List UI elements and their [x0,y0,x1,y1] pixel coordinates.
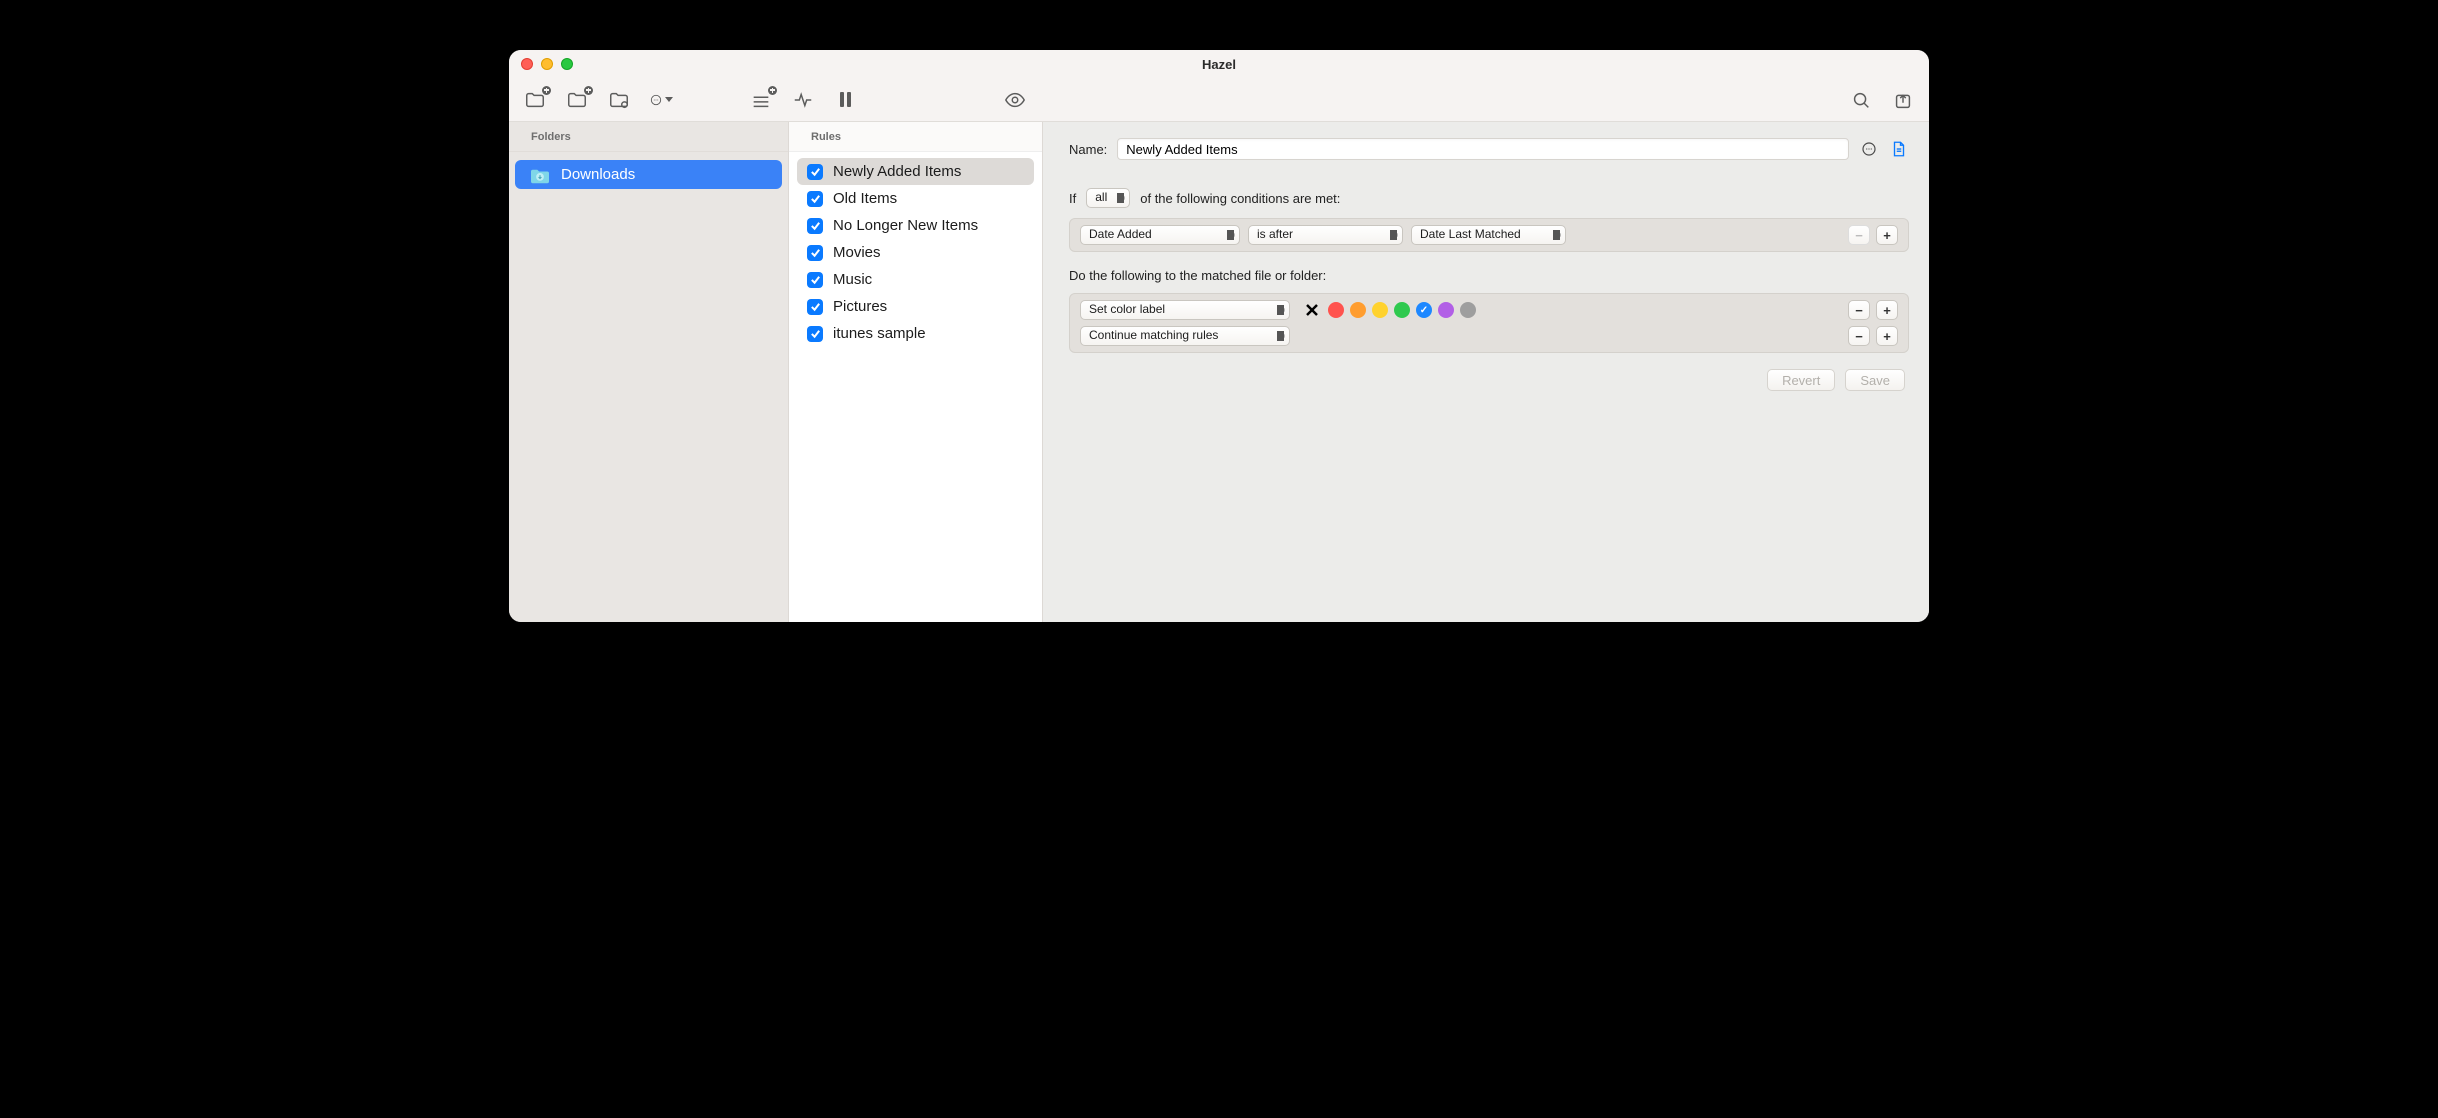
actions-header-label: Do the following to the matched file or … [1069,268,1909,283]
folder-label: Downloads [561,166,635,183]
condition-scope-select[interactable]: all [1086,188,1130,208]
action-row-continue: Continue matching rules − + [1080,326,1898,346]
rules-header: Rules [789,122,1042,152]
rule-item[interactable]: Movies [797,239,1034,266]
clear-label-button[interactable] [1304,302,1320,318]
add-rule-button[interactable] [565,88,589,112]
add-folder-button[interactable] [523,88,547,112]
revert-button[interactable]: Revert [1767,369,1835,391]
color-swatch-yellow[interactable] [1372,302,1388,318]
rule-label: No Longer New Items [833,217,978,234]
add-condition-button[interactable]: + [1876,225,1898,245]
name-row: Name: [1069,138,1909,160]
folder-settings-button[interactable] [607,88,631,112]
plus-badge-icon [542,86,551,95]
app-window: Hazel [509,50,1929,622]
rule-item[interactable]: Music [797,266,1034,293]
rule-checkbox[interactable] [807,272,823,288]
preview-button[interactable] [1003,88,1027,112]
toolbar [509,78,1929,122]
rule-item[interactable]: itunes sample [797,320,1034,347]
rule-checkbox[interactable] [807,326,823,342]
rule-options-button[interactable] [749,88,773,112]
add-action-button[interactable]: + [1876,300,1898,320]
rule-item[interactable]: Old Items [797,185,1034,212]
add-action-button[interactable]: + [1876,326,1898,346]
rule-item[interactable]: No Longer New Items [797,212,1034,239]
search-button[interactable] [1849,88,1873,112]
actions-box: Set color label − + [1069,293,1909,353]
rule-list: Newly Added Items Old Items No Longer New … [789,152,1042,353]
notes-button[interactable] [1889,139,1909,159]
rules-panel: Rules Newly Added Items Old Items No Longe… [789,122,1043,622]
color-swatch-purple[interactable] [1438,302,1454,318]
activity-button[interactable] [791,88,815,112]
rule-menu-button[interactable] [1859,139,1879,159]
editor-footer: Revert Save [1069,363,1909,391]
rule-label: Newly Added Items [833,163,961,180]
content-area: Folders Downloads Rules Newly Added Item… [509,122,1929,622]
rule-editor-panel: Name: If all of the fol [1043,122,1929,622]
rule-checkbox[interactable] [807,245,823,261]
condition-value-select[interactable]: Date Last Matched [1411,225,1566,245]
plus-badge-icon [584,86,593,95]
condition-attr-select[interactable]: Date Added [1080,225,1240,245]
color-label-swatches [1328,302,1476,318]
action-type-select[interactable]: Continue matching rules [1080,326,1290,346]
titlebar: Hazel [509,50,1929,78]
folders-header: Folders [509,122,788,152]
export-button[interactable] [1891,88,1915,112]
conditions-suffix-label: of the following conditions are met: [1140,191,1340,206]
chevron-down-icon [665,97,673,102]
rule-checkbox[interactable] [807,218,823,234]
condition-op-select[interactable]: is after [1248,225,1403,245]
rule-label: Old Items [833,190,897,207]
plus-badge-icon [768,86,777,95]
pause-icon [840,92,851,107]
color-swatch-green[interactable] [1394,302,1410,318]
rule-item[interactable]: Pictures [797,293,1034,320]
rule-name-input[interactable] [1117,138,1849,160]
rule-item[interactable]: Newly Added Items [797,158,1034,185]
pause-button[interactable] [833,88,857,112]
conditions-box: Date Added is after Date Last Matched [1069,218,1909,252]
folders-panel: Folders Downloads [509,122,789,622]
if-label: If [1069,191,1076,206]
remove-action-button[interactable]: − [1848,300,1870,320]
window-title: Hazel [509,57,1929,72]
rule-label: Movies [833,244,881,261]
folder-list: Downloads [509,152,788,197]
color-swatch-red[interactable] [1328,302,1344,318]
color-swatch-blue[interactable] [1416,302,1432,318]
action-type-select[interactable]: Set color label [1080,300,1290,320]
conditions-header-row: If all of the following conditions are m… [1069,188,1909,208]
rule-checkbox[interactable] [807,299,823,315]
folder-item-downloads[interactable]: Downloads [515,160,782,189]
folder-icon [529,167,551,183]
action-row-color: Set color label − + [1080,300,1898,320]
rule-label: itunes sample [833,325,926,342]
rule-label: Pictures [833,298,887,315]
rule-checkbox[interactable] [807,191,823,207]
rule-label: Music [833,271,872,288]
color-swatch-gray[interactable] [1460,302,1476,318]
color-swatch-orange[interactable] [1350,302,1366,318]
rule-checkbox[interactable] [807,164,823,180]
save-button[interactable]: Save [1845,369,1905,391]
remove-condition-button[interactable]: − [1848,225,1870,245]
condition-row: Date Added is after Date Last Matched [1080,225,1898,245]
remove-action-button[interactable]: − [1848,326,1870,346]
more-actions-button[interactable] [649,88,673,112]
name-label: Name: [1069,142,1107,157]
